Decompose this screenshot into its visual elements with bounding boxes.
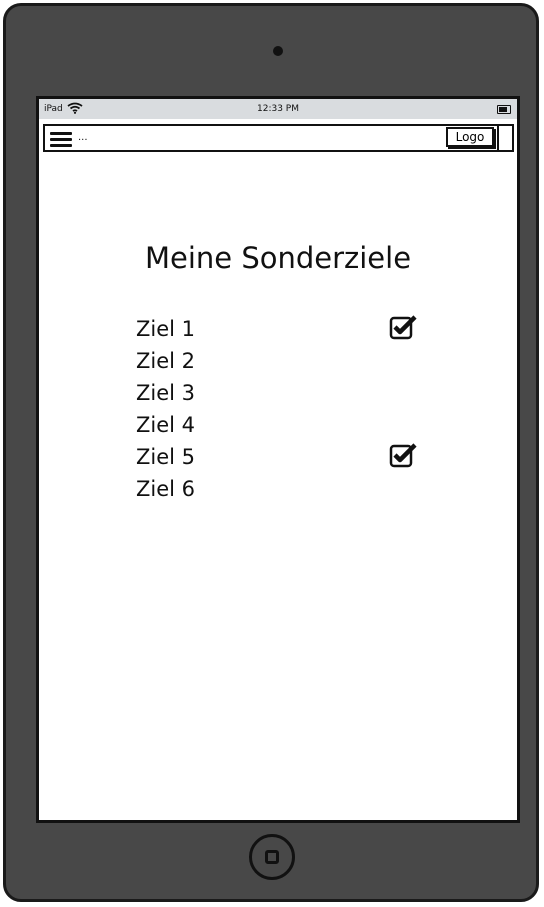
screen: iPad 12:33 PM ... Logo Meine Sonderziele… — [36, 96, 520, 823]
list-item-label: Ziel 2 — [136, 349, 196, 373]
checkbox-checked-icon[interactable] — [389, 442, 417, 470]
status-bar: iPad 12:33 PM — [39, 99, 517, 119]
list-item[interactable]: Ziel 2 — [136, 349, 466, 381]
ipad-frame: iPad 12:33 PM ... Logo Meine Sonderziele… — [3, 3, 539, 902]
list-item-label: Ziel 1 — [136, 317, 196, 341]
list-item[interactable]: Ziel 5 — [136, 442, 466, 477]
home-button-icon[interactable] — [249, 834, 295, 880]
navbar-text: ... — [78, 132, 88, 143]
list-item-label: Ziel 4 — [136, 413, 196, 437]
list-item[interactable]: Ziel 1 — [136, 314, 466, 349]
page-title: Meine Sonderziele — [144, 241, 412, 275]
camera-dot — [273, 46, 283, 56]
logo-button[interactable]: Logo — [446, 127, 494, 147]
list-item-label: Ziel 5 — [136, 445, 196, 469]
list-item-label: Ziel 6 — [136, 477, 196, 501]
list-item[interactable]: Ziel 3 — [136, 381, 466, 413]
list-item[interactable]: Ziel 6 — [136, 477, 466, 509]
menu-icon[interactable] — [50, 132, 72, 148]
list-item[interactable]: Ziel 4 — [136, 413, 466, 445]
battery-icon — [497, 105, 511, 114]
checkbox-checked-icon[interactable] — [389, 314, 417, 342]
top-navbar: ... Logo — [43, 124, 514, 152]
navbar-end-slot — [497, 126, 513, 150]
status-time: 12:33 PM — [257, 104, 299, 114]
list-item-label: Ziel 3 — [136, 381, 196, 405]
